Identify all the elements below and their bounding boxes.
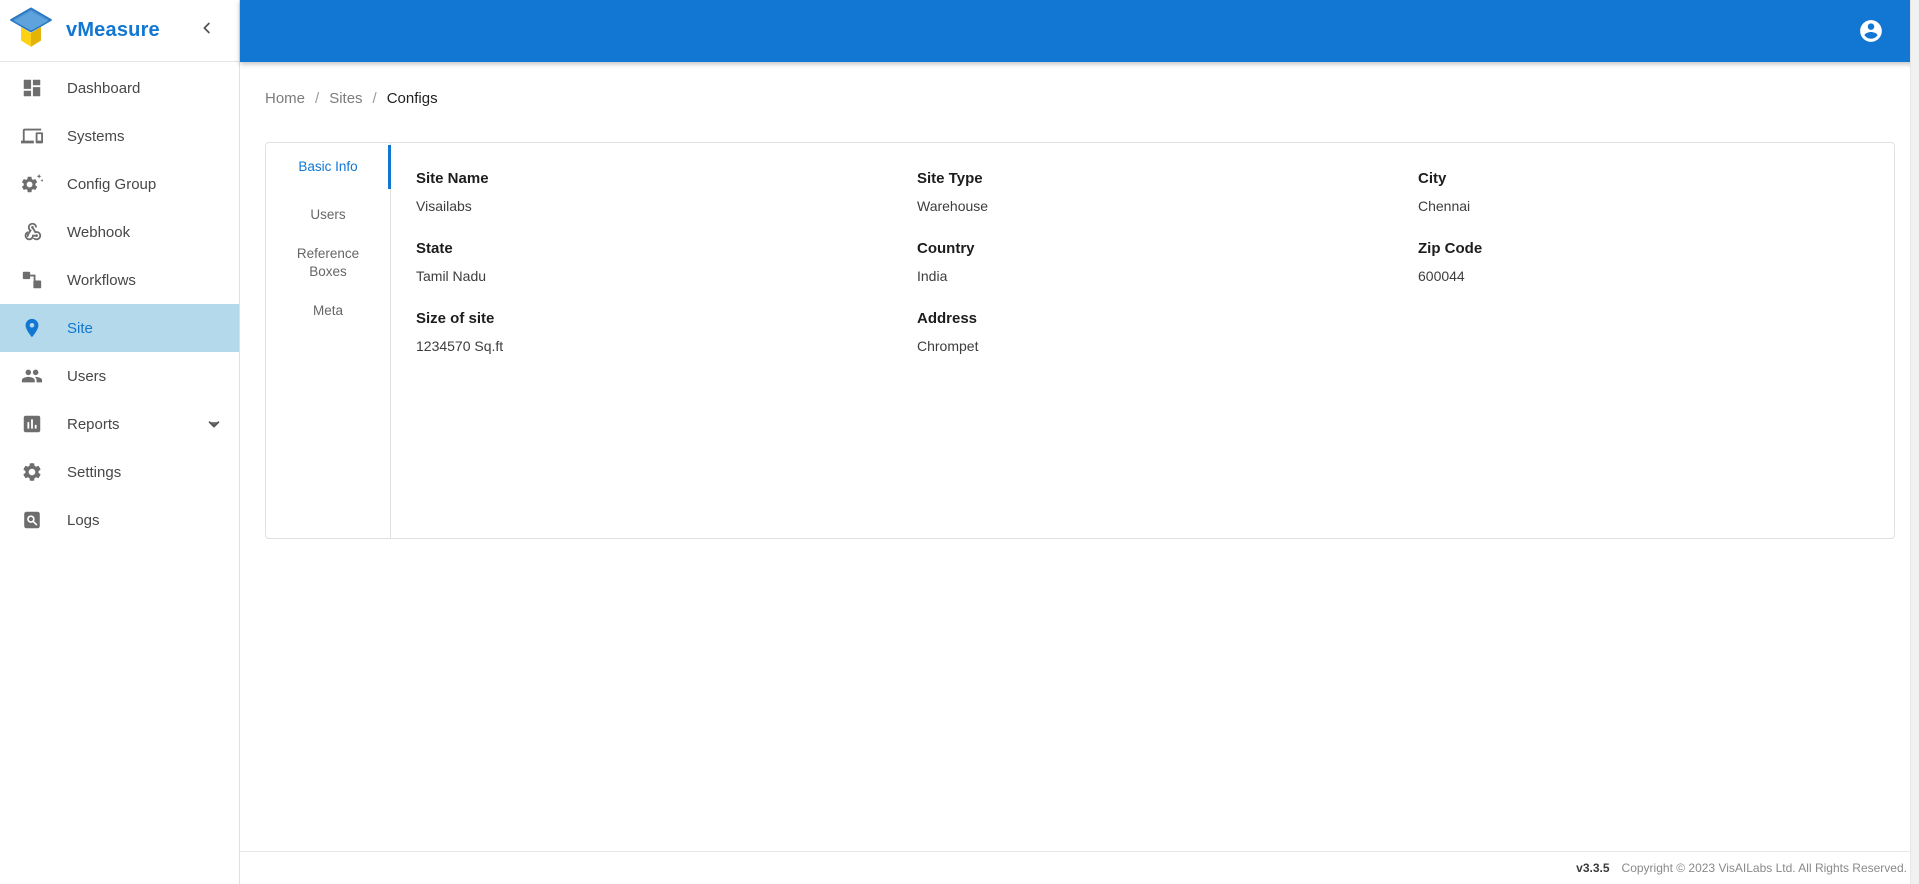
breadcrumb-separator: / [315, 90, 320, 107]
field-label: Site Type [917, 170, 983, 187]
sidebar-item-logs[interactable]: Logs [0, 496, 239, 544]
field-label: Site Name [416, 170, 489, 187]
field-value: Chrompet [917, 338, 979, 354]
brand-name: vMeasure [66, 19, 160, 41]
vmeasure-cube-logo-icon [8, 6, 54, 55]
sidebar-header: vMeasure [0, 0, 239, 62]
field-site-name: Site Name Visailabs [391, 170, 892, 215]
field-value: India [917, 268, 948, 284]
breadcrumb-separator: / [372, 90, 377, 107]
chevron-down-icon [205, 415, 223, 433]
sidebar-nav: Dashboard Systems Config Group Webhook W… [0, 62, 239, 884]
vertical-tabs: Basic Info Users Reference Boxes Meta [266, 143, 391, 538]
field-label: Size of site [416, 310, 495, 327]
field-value: Warehouse [917, 198, 989, 214]
sidebar-item-dashboard[interactable]: Dashboard [0, 64, 239, 112]
breadcrumb-current-configs: Configs [386, 90, 438, 107]
sidebar-item-reports[interactable]: Reports [0, 400, 239, 448]
location-pin-icon [20, 316, 44, 340]
tab-users[interactable]: Users [266, 191, 390, 239]
sidebar-item-site[interactable]: Site [0, 304, 239, 352]
sidebar-item-settings[interactable]: Settings [0, 448, 239, 496]
footer-version: v3.3.5 [1576, 861, 1610, 875]
breadcrumb: Home / Sites / Configs [265, 90, 1919, 107]
dashboard-icon [20, 76, 44, 100]
field-zip-code: Zip Code 600044 [1393, 240, 1894, 285]
settings-gear-icon [20, 460, 44, 484]
sidebar: vMeasure Dashboard Systems Config Group … [0, 0, 240, 884]
field-label: Zip Code [1418, 240, 1483, 257]
tab-reference-boxes[interactable]: Reference Boxes [266, 239, 390, 287]
account-circle-icon [1858, 18, 1884, 44]
field-label: Country [917, 240, 975, 257]
field-value: 1234570 Sq.ft [416, 338, 504, 354]
basic-info-panel: Site Name Visailabs Site Type Warehouse … [391, 143, 1894, 538]
sidebar-item-config-group[interactable]: Config Group [0, 160, 239, 208]
field-site-type: Site Type Warehouse [892, 170, 1393, 215]
field-size-of-site: Size of site 1234570 Sq.ft [391, 310, 892, 355]
sidebar-item-webhook[interactable]: Webhook [0, 208, 239, 256]
tab-basic-info[interactable]: Basic Info [266, 143, 391, 191]
sidebar-item-workflows[interactable]: Workflows [0, 256, 239, 304]
field-value: Chennai [1418, 198, 1471, 214]
field-value: 600044 [1418, 268, 1465, 284]
main-area: Home / Sites / Configs Basic Info Users … [240, 0, 1919, 884]
topbar [240, 0, 1919, 62]
webhook-icon [20, 220, 44, 244]
field-value: Tamil Nadu [416, 268, 487, 284]
users-icon [20, 364, 44, 388]
field-city: City Chennai [1393, 170, 1894, 215]
sidebar-collapse-button[interactable] [195, 19, 219, 43]
reports-icon [20, 412, 44, 436]
footer: v3.3.5 Copyright © 2023 VisAILabs Ltd. A… [240, 851, 1919, 884]
field-state: State Tamil Nadu [391, 240, 892, 285]
chevron-left-icon [198, 19, 216, 42]
field-country: Country India [892, 240, 1393, 285]
site-config-card: Basic Info Users Reference Boxes Meta Si… [265, 142, 1895, 539]
systems-icon [20, 124, 44, 148]
footer-copyright: Copyright © 2023 VisAILabs Ltd. All Righ… [1621, 861, 1907, 875]
sidebar-item-users[interactable]: Users [0, 352, 239, 400]
logs-search-icon [20, 508, 44, 532]
config-group-icon [20, 172, 44, 196]
workflows-icon [20, 268, 44, 292]
scrollbar-track[interactable] [1910, 0, 1919, 884]
field-value: Visailabs [416, 198, 472, 214]
content-area: Home / Sites / Configs Basic Info Users … [240, 62, 1919, 851]
breadcrumb-link-sites[interactable]: Sites [329, 90, 362, 107]
account-button[interactable] [1858, 18, 1884, 44]
app-root: vMeasure Dashboard Systems Config Group … [0, 0, 1919, 884]
field-address: Address Chrompet [892, 310, 1393, 355]
field-label: State [416, 240, 453, 257]
breadcrumb-link-home[interactable]: Home [265, 90, 305, 107]
field-label: City [1418, 170, 1447, 187]
sidebar-item-systems[interactable]: Systems [0, 112, 239, 160]
tab-meta[interactable]: Meta [266, 287, 390, 335]
field-label: Address [917, 310, 978, 327]
